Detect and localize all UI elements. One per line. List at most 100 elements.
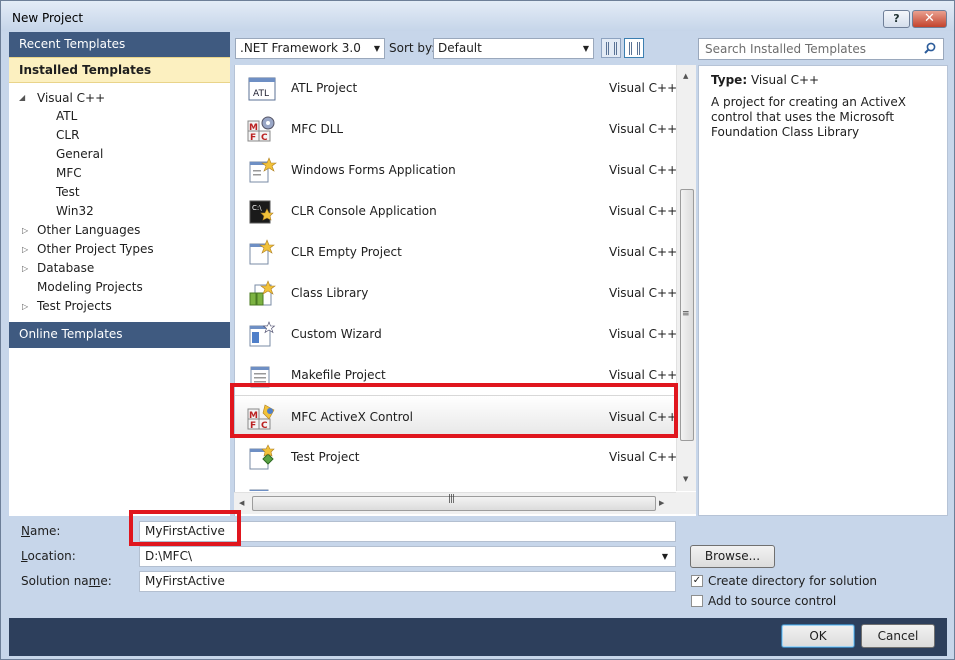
type-value: Visual C++ [750,73,820,87]
tree-item-visual-cpp[interactable]: Visual C++ [33,88,110,107]
atl-icon: ATL [248,77,276,101]
template-name: CLR Empty Project [291,245,402,259]
help-button[interactable]: ? [883,10,910,28]
scroll-left-icon[interactable]: ◀ [239,499,244,507]
template-name: CLR Console Application [291,204,437,218]
tree-item-test[interactable]: Test [56,183,80,202]
template-language: Visual C++ [609,163,678,177]
create-directory-label[interactable]: Create directory for solution [708,574,877,588]
project-icon [249,489,269,491]
collapsed-arrow-icon[interactable]: ▷ [22,259,32,278]
template-language: Visual C++ [609,81,678,95]
template-language: Visual C++ [609,286,678,300]
template-name: Windows Forms Application [291,163,456,177]
template-name: Class Library [291,286,369,300]
grip-icon: ||| [448,494,455,504]
tree-item-other-project-types[interactable]: Other Project Types [37,240,154,259]
source-control-checkbox[interactable] [691,595,703,607]
tree-item-atl[interactable]: ATL [56,107,77,126]
template-list-horizontal-scrollbar[interactable]: ◀ ||| ▶ [234,492,676,514]
name-label: Name: [21,524,61,538]
template-row-clr-console-application[interactable]: C:\ CLR Console Application Visual C++ [235,190,678,231]
scroll-up-icon[interactable]: ▲ [683,72,688,80]
close-button[interactable]: ✕ [912,10,947,28]
template-toolbar: .NET Framework 3.0 ▼ Sort by: Default ▼ [230,32,696,65]
mfc-gear-icon: MF C [247,116,275,143]
search-placeholder: Search Installed Templates [705,42,866,56]
grip-icon: ≡ [682,309,690,319]
small-icons-view-button[interactable] [601,38,621,58]
svg-text:C:\: C:\ [252,204,262,212]
framework-value: .NET Framework 3.0 [240,41,361,55]
class-library-icon [249,280,276,306]
collapsed-arrow-icon[interactable]: ▷ [22,240,32,259]
template-description-pane: Type: Visual C++ A project for creating … [698,65,948,516]
svg-text:F: F [250,133,256,143]
window-title: New Project [12,11,84,25]
cancel-button[interactable]: Cancel [861,624,935,648]
solution-name-input[interactable]: MyFirstActive [139,571,676,592]
framework-dropdown[interactable]: .NET Framework 3.0 ▼ [235,38,385,59]
template-language: Visual C++ [609,122,678,136]
empty-project-icon [249,239,275,265]
recent-templates-header[interactable]: Recent Templates [9,32,230,58]
svg-text:ATL: ATL [253,89,269,99]
create-directory-checkbox[interactable]: ✓ [691,575,703,587]
browse-button[interactable]: Browse... [690,545,775,568]
console-icon: C:\ [249,200,274,224]
template-name: Custom Wizard [291,327,382,341]
search-icon[interactable] [924,42,936,54]
template-categories-pane: Recent Templates Installed Templates ◢ V… [9,32,230,516]
online-templates-header[interactable]: Online Templates [9,322,230,348]
scroll-right-icon[interactable]: ▶ [659,499,664,507]
list-view-button[interactable] [624,38,644,58]
highlight-box-selected-template [230,383,678,438]
source-control-label[interactable]: Add to source control [708,594,836,608]
tree-item-win32[interactable]: Win32 [56,202,94,221]
sort-value: Default [438,41,482,55]
sort-label: Sort by: [389,41,436,55]
chevron-down-icon: ▼ [582,44,589,53]
template-language: Visual C++ [609,204,678,218]
template-description: A project for creating an ActiveX contro… [711,95,906,139]
installed-templates-header[interactable]: Installed Templates [9,57,230,83]
template-language: Visual C++ [609,368,678,382]
tree-item-general[interactable]: General [56,145,103,164]
template-row-test-project[interactable]: Test Project Visual C++ [235,436,677,477]
location-dropdown[interactable]: D:\MFC\ ▼ [139,546,676,567]
template-row-clr-empty-project[interactable]: CLR Empty Project Visual C++ [235,231,678,272]
template-type: Type: Visual C++ [711,73,935,87]
name-label-text: ame: [29,524,61,538]
template-row-windows-forms-application[interactable]: Windows Forms Application Visual C++ [235,149,678,190]
collapsed-arrow-icon[interactable]: ▷ [22,221,32,240]
template-list: ATL ATL Project Visual C++ MFC MFC DLL V… [234,65,696,516]
template-list-vertical-scrollbar[interactable]: ▲ ≡ ▼ [676,65,696,491]
template-row-mfc-dll[interactable]: MFC MFC DLL Visual C++ [235,108,678,149]
tree-item-other-languages[interactable]: Other Languages [37,221,140,240]
template-name: ATL Project [291,81,358,95]
small-icons-icon [606,42,617,55]
sort-dropdown[interactable]: Default ▼ [433,38,594,59]
tree-item-clr[interactable]: CLR [56,126,79,145]
template-row-class-library[interactable]: Class Library Visual C++ [235,272,678,313]
scroll-corner [676,492,696,514]
test-icon [249,444,275,470]
tree-item-test-projects[interactable]: Test Projects [37,297,112,316]
search-input[interactable]: Search Installed Templates [698,38,944,60]
tree-item-mfc[interactable]: MFC [56,164,82,183]
wizard-icon [249,321,276,347]
expanded-arrow-icon[interactable]: ◢ [19,88,29,107]
template-row-atl-project[interactable]: ATL ATL Project Visual C++ [235,67,678,108]
tree-item-database[interactable]: Database [37,259,94,278]
collapsed-arrow-icon[interactable]: ▷ [22,297,32,316]
template-row-custom-wizard[interactable]: Custom Wizard Visual C++ [235,313,677,354]
scroll-down-icon[interactable]: ▼ [683,475,688,483]
tree-item-modeling-projects[interactable]: Modeling Projects [37,278,143,297]
template-row-partial [235,477,675,491]
winforms-icon [249,157,277,183]
new-project-dialog: New Project ? ✕ Recent Templates Install… [0,0,955,660]
template-name: Makefile Project [291,368,386,382]
ok-button[interactable]: OK [781,624,855,648]
template-language: Visual C++ [609,245,678,259]
type-label: Type: [711,73,748,87]
